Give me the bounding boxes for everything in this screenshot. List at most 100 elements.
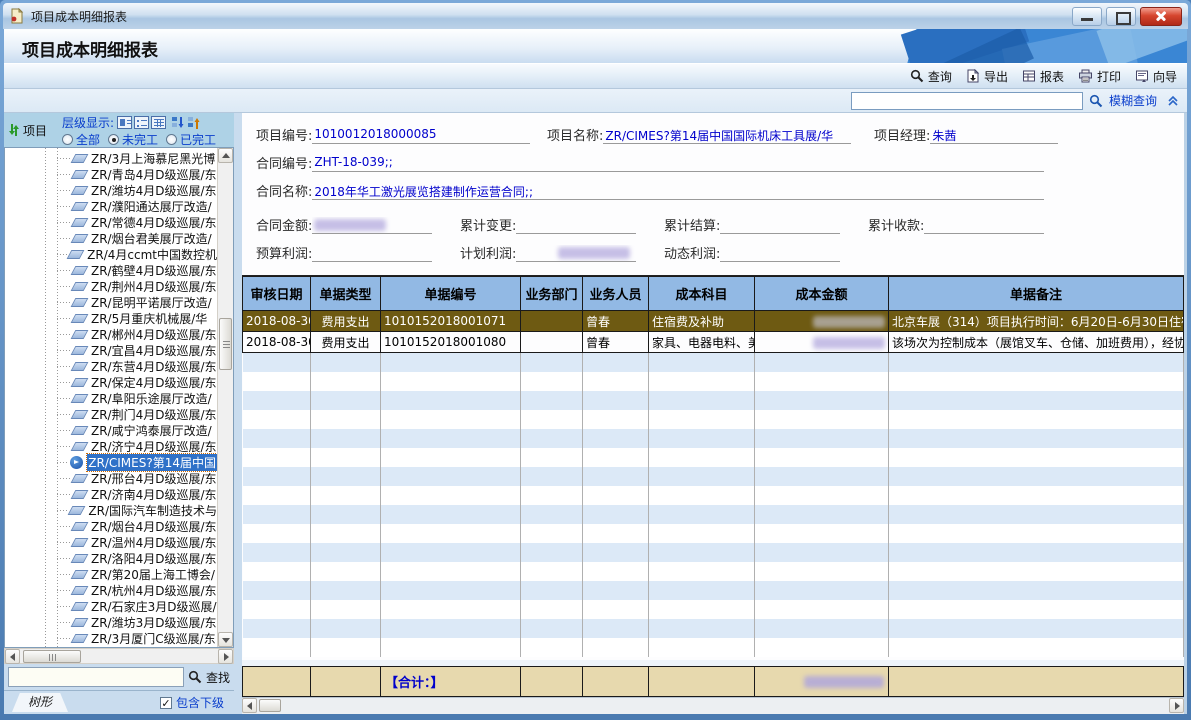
total-receipt-value[interactable] [924, 217, 1044, 234]
include-sublevel-option[interactable]: ✓ 包含下级 [160, 694, 234, 711]
column-header-5[interactable]: 成本科目 [649, 277, 755, 311]
collapse-chevron-icon[interactable] [1167, 95, 1179, 107]
search-icon [1089, 94, 1103, 108]
include-sublevel-checkbox[interactable]: ✓ [160, 697, 172, 709]
toolbar-button-查询[interactable]: 查询 [910, 68, 952, 85]
filter-all[interactable]: 全部 [62, 131, 100, 148]
tree-item[interactable]: ZR/阜阳乐途展厅改造/ [5, 390, 217, 406]
list-view-icon[interactable] [134, 116, 149, 129]
tree-item[interactable]: ZR/烟台4月D级巡展/东 [5, 518, 217, 534]
tree-item[interactable]: ZR/石家庄3月D级巡展/ [5, 598, 217, 614]
column-header-2[interactable]: 单据编号 [381, 277, 521, 311]
fuzzy-search-input[interactable] [851, 92, 1083, 110]
minimize-button[interactable] [1072, 7, 1102, 26]
grid-view-icon[interactable] [151, 116, 166, 129]
tree-item[interactable]: ZR/温州4月D级巡展/东 [5, 534, 217, 550]
tree-item[interactable]: ZR/济南4月D级巡展/东 [5, 486, 217, 502]
empty-grid-row [243, 486, 1184, 505]
dynamic-profit-value[interactable] [720, 245, 840, 262]
tree-item[interactable]: ZR/CIMES?第14届中国 [5, 454, 217, 470]
scroll-left-button[interactable] [5, 649, 20, 664]
tree-item[interactable]: ZR/洛阳4月D级巡展/东 [5, 550, 217, 566]
table-row[interactable]: 2018-08-30费用支出1010152018001080曾春家具、电器电料、… [243, 332, 1184, 353]
planned-profit-value[interactable] [516, 245, 636, 262]
fuzzy-search-button[interactable]: 模糊查询 [1109, 92, 1157, 109]
scroll-left-button[interactable] [242, 698, 257, 713]
tree-item[interactable]: ZR/昆明平诺展厅改造/ [5, 294, 217, 310]
grid-horizontal-scrollbar[interactable] [242, 697, 1184, 714]
budget-profit-value[interactable] [312, 245, 432, 262]
tree-item[interactable]: ZR/国际汽车制造技术与 [5, 502, 217, 518]
table-row[interactable]: 2018-08-30费用支出1010152018001071曾春住宿费及补助北京… [243, 311, 1184, 332]
tree-item[interactable]: ZR/烟台君美展厅改造/ [5, 230, 217, 246]
tree-item[interactable]: ZR/3月厦门C级巡展/东 [5, 630, 217, 646]
toolbar-button-向导[interactable]: 向导 [1135, 68, 1177, 85]
total-settlement-value[interactable] [720, 217, 840, 234]
tree-item[interactable]: ZR/咸宁鸿泰展厅改造/ [5, 422, 217, 438]
contract-code-value[interactable]: ZHT-18-039;; [312, 155, 1044, 172]
total-change-value[interactable] [516, 217, 636, 234]
column-header-3[interactable]: 业务部门 [521, 277, 583, 311]
tree-horizontal-scrollbar[interactable] [4, 648, 234, 664]
column-header-7[interactable]: 单据备注 [889, 277, 1184, 311]
tree-item[interactable]: ZR/荆门4月D级巡展/东 [5, 406, 217, 422]
scroll-right-button[interactable] [218, 649, 233, 664]
tree-tab-strip: 树形 ✓ 包含下级 [4, 690, 234, 714]
tree-item[interactable]: ZR/4月ccmt中国数控机 [5, 246, 217, 262]
sort-ascending-icon[interactable] [187, 116, 201, 130]
tree-item[interactable]: ZR/3月上海慕尼黑光博 [5, 150, 217, 166]
toolbar-button-导出[interactable]: 导出 [966, 68, 1008, 85]
project-doc-icon [71, 218, 89, 227]
tab-tree-view[interactable]: 树形 [12, 693, 68, 712]
restore-button[interactable] [1106, 7, 1136, 26]
project-name-value[interactable]: ZR/CIMES?第14届中国国际机床工具展/华 [603, 127, 851, 144]
scroll-up-button[interactable] [218, 148, 233, 163]
tree-item[interactable]: ZR/潍坊4月D级巡展/东 [5, 182, 217, 198]
tree-item[interactable]: ZR/常德4月D级巡展/东 [5, 214, 217, 230]
scroll-thumb[interactable] [259, 699, 281, 712]
tree-vertical-scrollbar[interactable] [217, 148, 233, 647]
tree-item[interactable]: ZR/鹤壁4月D级巡展/东 [5, 262, 217, 278]
scroll-thumb[interactable] [219, 318, 232, 370]
report-icon [1022, 69, 1036, 83]
scroll-right-button[interactable] [1169, 698, 1184, 713]
project-code-value[interactable]: 1010012018000085 [312, 127, 530, 144]
column-header-4[interactable]: 业务人员 [583, 277, 649, 311]
tree-item[interactable]: ZR/荆州4月D级巡展/东 [5, 278, 217, 294]
tree-item[interactable]: ZR/保定4月D级巡展/东 [5, 374, 217, 390]
tree-item[interactable]: ZR/青岛4月D级巡展/东 [5, 166, 217, 182]
tree-item[interactable]: ZR/濮阳通达展厅改造/ [5, 198, 217, 214]
toolbar-button-报表[interactable]: 报表 [1022, 68, 1064, 85]
tree-item[interactable]: ZR/第20届上海工博会/ [5, 566, 217, 582]
scroll-down-button[interactable] [218, 632, 233, 647]
project-manager-value[interactable]: 朱茜 [930, 127, 1058, 144]
filter-unfinished[interactable]: 未完工 [108, 131, 158, 148]
filter-finished[interactable]: 已完工 [166, 131, 216, 148]
panel-splitter[interactable] [234, 113, 242, 714]
tree-item[interactable]: ZR/5月重庆机械展/华 [5, 310, 217, 326]
tree-root-label[interactable]: 项目 [23, 122, 47, 139]
card-view-icon[interactable] [117, 116, 132, 129]
title-bar[interactable]: 项目成本明细报表 [3, 3, 1188, 29]
tree-item[interactable]: ZR/济宁4月D级巡展/东 [5, 438, 217, 454]
contract-name-value[interactable]: 2018年华工激光展览搭建制作运营合同;; [312, 183, 1044, 200]
refresh-icon[interactable] [8, 123, 20, 137]
tree-item[interactable]: ZR/宜昌4月D级巡展/东 [5, 342, 217, 358]
tree-item[interactable]: ZR/杭州4月D级巡展/东 [5, 582, 217, 598]
column-header-1[interactable]: 单据类型 [311, 277, 381, 311]
find-button[interactable]: 查找 [206, 669, 230, 686]
tree-find-input[interactable] [8, 667, 184, 687]
column-header-6[interactable]: 成本金额 [755, 277, 889, 311]
tree-item[interactable]: ZR/郴州4月D级巡展/东 [5, 326, 217, 342]
toolbar-button-打印[interactable]: 打印 [1078, 68, 1121, 85]
column-header-0[interactable]: 审核日期 [243, 277, 311, 311]
close-button[interactable] [1140, 7, 1182, 26]
tree-item[interactable]: ZR/邢台4月D级巡展/东 [5, 470, 217, 486]
field-label: 累计收款: [868, 215, 924, 234]
scroll-thumb[interactable] [23, 650, 81, 663]
tree-item[interactable]: ZR/东营4月D级巡展/东 [5, 358, 217, 374]
tree-item[interactable]: ZR/潍坊3月D级巡展/东 [5, 614, 217, 630]
contract-amount-value[interactable] [312, 217, 432, 234]
sort-descending-icon[interactable] [171, 116, 185, 130]
tree-connector [57, 558, 71, 559]
